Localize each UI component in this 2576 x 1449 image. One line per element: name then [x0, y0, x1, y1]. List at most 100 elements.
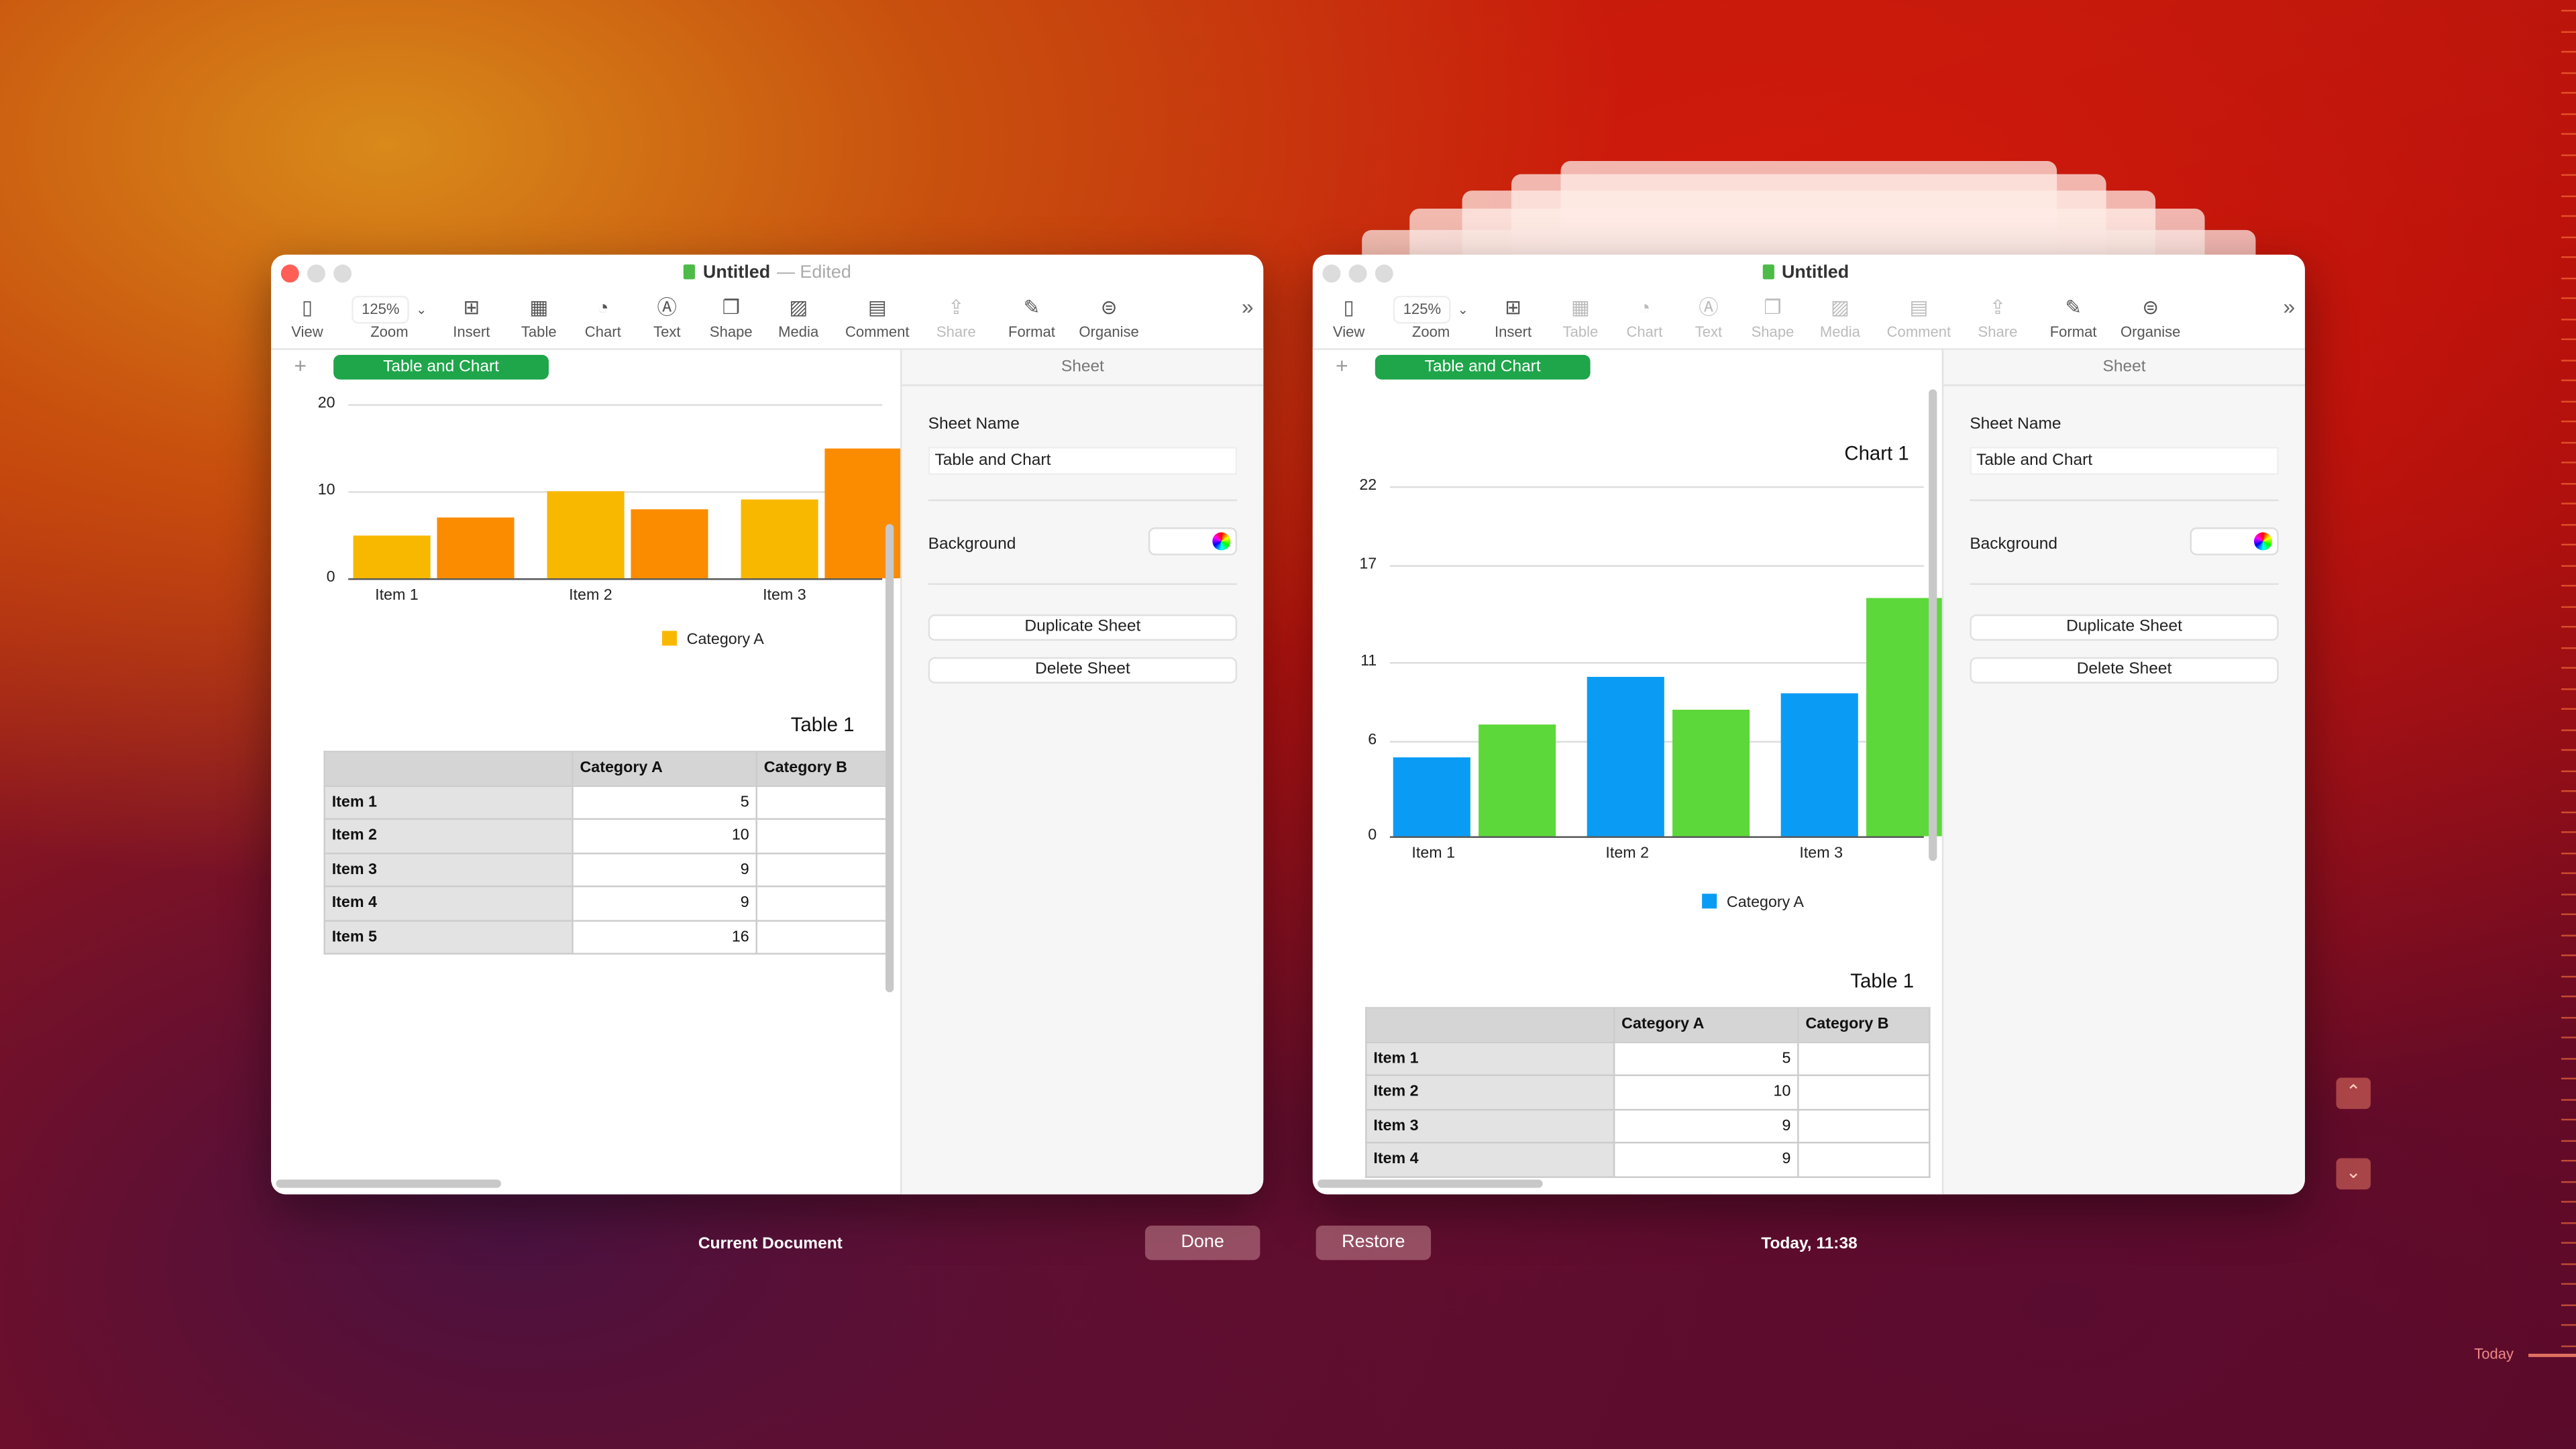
timeline-tick[interactable] — [2561, 338, 2576, 340]
timeline-tick[interactable] — [2561, 1118, 2576, 1121]
timeline-tick[interactable] — [2561, 420, 2576, 423]
toolbar-view-button[interactable]: ▯ View — [1313, 294, 1390, 340]
timeline-tick[interactable] — [2561, 934, 2576, 936]
add-sheet-icon[interactable]: + — [1336, 354, 1348, 378]
table-cell[interactable]: Item 2 — [1365, 1074, 1615, 1110]
timeline-tick[interactable] — [2561, 153, 2576, 156]
chevron-up-icon[interactable]: ⌃ — [2336, 1077, 2371, 1110]
bar-item-1-series-1[interactable] — [353, 535, 431, 579]
timeline-tick[interactable] — [2561, 1303, 2576, 1305]
table-cell[interactable]: 5 — [572, 784, 757, 820]
table-cell[interactable]: 9 — [1613, 1108, 1799, 1144]
table-cell[interactable] — [755, 818, 889, 854]
toolbar-comment-button[interactable]: ▤ Comment — [1878, 294, 1960, 340]
table-cell[interactable] — [1797, 1142, 1931, 1177]
table-cell[interactable] — [755, 784, 889, 820]
table-cell[interactable]: Item 4 — [1365, 1142, 1615, 1177]
bar-item-1-series-1[interactable] — [1393, 756, 1470, 837]
color-wheel-icon[interactable] — [2254, 532, 2272, 551]
timeline-tick[interactable] — [2561, 441, 2576, 443]
toolbar-share-button[interactable]: ⇪ Share — [915, 294, 997, 340]
toolbar-format-button[interactable]: ✎ Format — [2019, 292, 2128, 340]
sheet-name-input[interactable]: Table and Chart — [1970, 447, 2279, 475]
timeline-tick[interactable] — [2561, 1344, 2576, 1346]
timeline-tick[interactable] — [2561, 174, 2576, 176]
timeline-tick[interactable] — [2561, 831, 2576, 833]
timeline-tick[interactable] — [2561, 851, 2576, 854]
table-cell[interactable]: Item 3 — [1365, 1108, 1615, 1144]
bar-item-2-series-2[interactable] — [1672, 708, 1750, 837]
table-cell[interactable]: 5 — [1613, 1040, 1799, 1077]
bar-item-1-series-2[interactable] — [1479, 724, 1556, 837]
timeline-tick[interactable] — [2561, 1016, 2576, 1018]
column-header[interactable]: Category B — [1797, 1007, 1931, 1042]
timeline-tick[interactable] — [2561, 317, 2576, 320]
table-cell[interactable] — [1797, 1074, 1931, 1110]
table-cell[interactable]: 9 — [572, 885, 757, 921]
chevron-down-icon[interactable]: ⌄ — [2336, 1158, 2371, 1190]
table-cell[interactable]: 10 — [572, 818, 757, 854]
timeline-tick[interactable] — [2561, 626, 2576, 628]
bar-item-3-series-1[interactable] — [741, 500, 818, 579]
timeline-tick[interactable] — [2561, 195, 2576, 197]
timeline-tick[interactable] — [2561, 71, 2576, 73]
toolbar-comment-button[interactable]: ▤ Comment — [837, 294, 918, 340]
timeline-today-marker[interactable] — [2528, 1353, 2576, 1357]
bar-item-2-series-2[interactable] — [631, 508, 708, 579]
table-cell[interactable]: Item 1 — [323, 784, 574, 820]
timeline-tick[interactable] — [2561, 1324, 2576, 1326]
timeline-tick[interactable] — [2561, 893, 2576, 895]
timeline-tick[interactable] — [2561, 1036, 2576, 1038]
timeline-tick[interactable] — [2561, 523, 2576, 525]
timeline-tick[interactable] — [2561, 996, 2576, 998]
add-sheet-icon[interactable]: + — [294, 354, 307, 378]
timeline-tick[interactable] — [2561, 215, 2576, 217]
timeline-tick[interactable] — [2561, 276, 2576, 279]
timeline-tick[interactable] — [2561, 502, 2576, 504]
delete-sheet-button[interactable]: Delete Sheet — [1970, 657, 2279, 684]
timeline-tick[interactable] — [2561, 564, 2576, 566]
bar-item-2-series-1[interactable] — [547, 491, 625, 579]
timeline-tick[interactable] — [2561, 872, 2576, 874]
timeline-tick[interactable] — [2561, 400, 2576, 402]
timeline-tick[interactable] — [2561, 9, 2576, 12]
column-header[interactable]: Category A — [572, 751, 757, 786]
timeline-tick[interactable] — [2561, 729, 2576, 731]
timeline-tick[interactable] — [2561, 1057, 2576, 1059]
timeline-tick[interactable] — [2561, 92, 2576, 94]
timeline-tick[interactable] — [2561, 913, 2576, 916]
sheet-tab-table-and-chart[interactable]: Table and Chart — [1375, 354, 1591, 380]
table-cell[interactable] — [755, 919, 889, 955]
timeline-tick[interactable] — [2561, 646, 2576, 649]
background-color-well[interactable] — [1148, 527, 1238, 555]
column-header[interactable] — [1365, 1007, 1615, 1042]
timeline-tick[interactable] — [2561, 133, 2576, 135]
toolbar-zoom-button[interactable]: 125% ⌄ Zoom — [1390, 294, 1472, 340]
timeline-tick[interactable] — [2561, 605, 2576, 607]
timeline-tick[interactable] — [2561, 256, 2576, 258]
table-cell[interactable]: Item 4 — [323, 885, 574, 921]
timeline-tick[interactable] — [2561, 954, 2576, 957]
toolbar-organise-button[interactable]: ⊜ Organise — [2110, 294, 2192, 340]
timeline-tick[interactable] — [2561, 50, 2576, 53]
timeline-tick[interactable] — [2561, 297, 2576, 299]
timeline-tick[interactable] — [2561, 462, 2576, 464]
restore-button[interactable]: Restore — [1316, 1225, 1432, 1260]
timeline-tick[interactable] — [2561, 112, 2576, 115]
timeline-tick[interactable] — [2561, 708, 2576, 710]
timeline-tick[interactable] — [2561, 790, 2576, 792]
timeline-tick[interactable] — [2561, 543, 2576, 546]
duplicate-sheet-button[interactable]: Duplicate Sheet — [928, 614, 1238, 641]
timeline-tick[interactable] — [2561, 359, 2576, 361]
timeline-tick[interactable] — [2561, 1077, 2576, 1079]
table-cell[interactable]: Item 3 — [323, 851, 574, 888]
timeline-tick[interactable] — [2561, 30, 2576, 32]
timeline-tick[interactable] — [2561, 235, 2576, 237]
timeline-tick[interactable] — [2561, 810, 2576, 813]
timeline-tick[interactable] — [2561, 769, 2576, 771]
column-header[interactable] — [323, 751, 574, 786]
table-cell[interactable]: 9 — [1613, 1142, 1799, 1177]
timeline-tick[interactable] — [2561, 975, 2576, 977]
toolbar-share-button[interactable]: ⇪ Share — [1957, 294, 2039, 340]
toolbar-organise-button[interactable]: ⊜ Organise — [1068, 294, 1150, 340]
